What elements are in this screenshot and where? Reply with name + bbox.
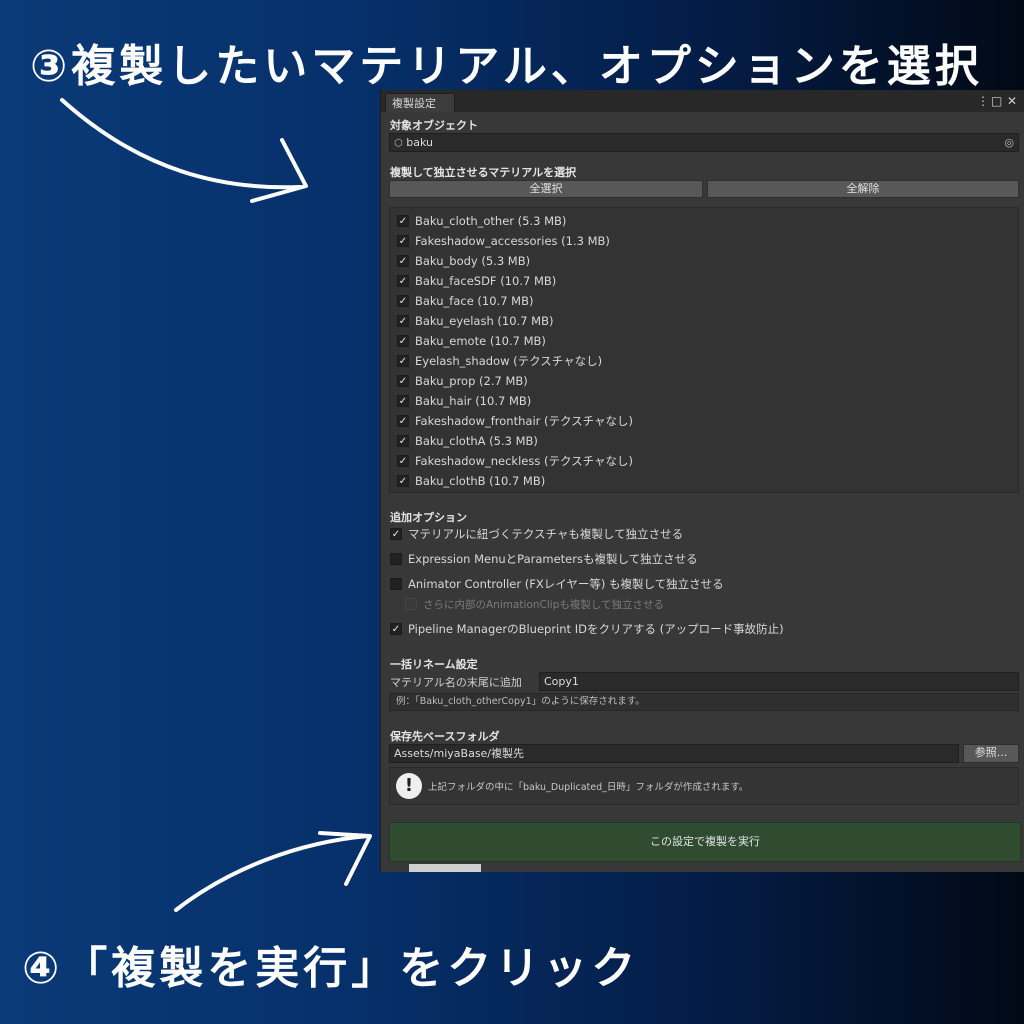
material-item[interactable]: Baku_clothB (10.7 MB): [397, 472, 545, 490]
deselect-all-button[interactable]: 全解除: [707, 180, 1019, 198]
material-item[interactable]: Baku_body (5.3 MB): [397, 252, 530, 270]
suffix-input[interactable]: Copy1: [539, 672, 1019, 691]
checkbox[interactable]: [397, 334, 409, 347]
select-all-button[interactable]: 全選択: [389, 180, 703, 198]
checkbox: [405, 598, 417, 610]
rename-section-label: 一括リネーム設定: [390, 658, 478, 671]
object-picker-icon[interactable]: ◎: [1004, 134, 1014, 151]
material-list: Baku_cloth_other (5.3 MB) Fakeshadow_acc…: [389, 207, 1019, 493]
materials-section-label: 複製して独立させるマテリアルを選択: [390, 166, 577, 179]
checkbox[interactable]: [390, 527, 402, 540]
target-object-field[interactable]: ⬡ baku ◎: [389, 133, 1019, 152]
duplicate-settings-window: 複製設定 ⋮ □ ✕ 対象オブジェクト ⬡ baku ◎ 複製して独立させるマテ…: [380, 90, 1024, 872]
horizontal-scrollbar[interactable]: [409, 864, 481, 872]
material-item[interactable]: Baku_faceSDF (10.7 MB): [397, 272, 556, 290]
close-icon[interactable]: ✕: [1007, 94, 1017, 108]
suffix-label: マテリアル名の末尾に追加: [390, 676, 522, 689]
tab-duplicate-settings[interactable]: 複製設定: [385, 93, 455, 112]
execute-duplicate-button[interactable]: この設定で複製を実行: [389, 822, 1021, 862]
material-item[interactable]: Baku_prop (2.7 MB): [397, 372, 528, 390]
option-duplicate-animator[interactable]: Animator Controller (FXレイヤー等) も複製して独立させる: [390, 575, 724, 593]
destination-section-label: 保存先ベースフォルダ: [390, 730, 500, 743]
checkbox[interactable]: [397, 254, 409, 267]
material-item[interactable]: Eyelash_shadow (テクスチャなし): [397, 352, 602, 370]
material-item[interactable]: Fakeshadow_accessories (1.3 MB): [397, 232, 610, 250]
option-duplicate-expressions[interactable]: Expression MenuとParametersも複製して独立させる: [390, 550, 698, 568]
option-duplicate-animation-clips: さらに内部のAnimationClipも複製して独立させる: [405, 596, 664, 614]
checkbox[interactable]: [397, 234, 409, 247]
checkbox[interactable]: [397, 454, 409, 467]
tab-bar: 複製設定 ⋮ □ ✕: [381, 90, 1024, 112]
browse-button[interactable]: 参照...: [963, 744, 1019, 763]
cube-icon: ⬡: [394, 138, 403, 149]
checkbox[interactable]: [390, 552, 402, 565]
material-item[interactable]: Fakeshadow_fronthair (テクスチャなし): [397, 412, 633, 430]
material-item[interactable]: Baku_hair (10.7 MB): [397, 392, 531, 410]
destination-info-text: 上記フォルダの中に「baku_Duplicated_日時」フォルダが作成されます…: [428, 782, 749, 793]
target-object-label: 対象オブジェクト: [390, 119, 478, 132]
option-clear-blueprint-id[interactable]: Pipeline ManagerのBlueprint IDをクリアする (アップ…: [390, 620, 784, 638]
checkbox[interactable]: [397, 434, 409, 447]
checkbox[interactable]: [397, 294, 409, 307]
checkbox[interactable]: [397, 374, 409, 387]
target-object-value: baku: [406, 136, 433, 149]
checkbox[interactable]: [390, 577, 402, 590]
material-item[interactable]: Baku_cloth_other (5.3 MB): [397, 212, 566, 230]
material-item[interactable]: Baku_face (10.7 MB): [397, 292, 533, 310]
material-item[interactable]: Baku_eyelash (10.7 MB): [397, 312, 553, 330]
checkbox[interactable]: [397, 274, 409, 287]
checkbox[interactable]: [397, 314, 409, 327]
checkbox[interactable]: [397, 214, 409, 227]
checkbox[interactable]: [397, 474, 409, 487]
checkbox[interactable]: [397, 394, 409, 407]
checkbox[interactable]: [397, 354, 409, 367]
destination-info-box: ! 上記フォルダの中に「baku_Duplicated_日時」フォルダが作成され…: [389, 767, 1019, 805]
destination-path-field[interactable]: Assets/miyaBase/複製先: [389, 744, 959, 763]
maximize-icon[interactable]: □: [991, 94, 1002, 108]
exclamation-icon: !: [396, 773, 422, 799]
option-duplicate-textures[interactable]: マテリアルに紐づくテクスチャも複製して独立させる: [390, 525, 683, 543]
material-item[interactable]: Fakeshadow_neckless (テクスチャなし): [397, 452, 633, 470]
rename-example-hint: 例：「Baku_cloth_otherCopy1」のように保存されます。: [389, 693, 1019, 711]
material-item[interactable]: Baku_emote (10.7 MB): [397, 332, 546, 350]
checkbox[interactable]: [397, 414, 409, 427]
window-menu-icon[interactable]: ⋮: [977, 94, 989, 108]
options-section-label: 追加オプション: [390, 511, 467, 524]
checkbox[interactable]: [390, 622, 402, 635]
material-item[interactable]: Baku_clothA (5.3 MB): [397, 432, 538, 450]
